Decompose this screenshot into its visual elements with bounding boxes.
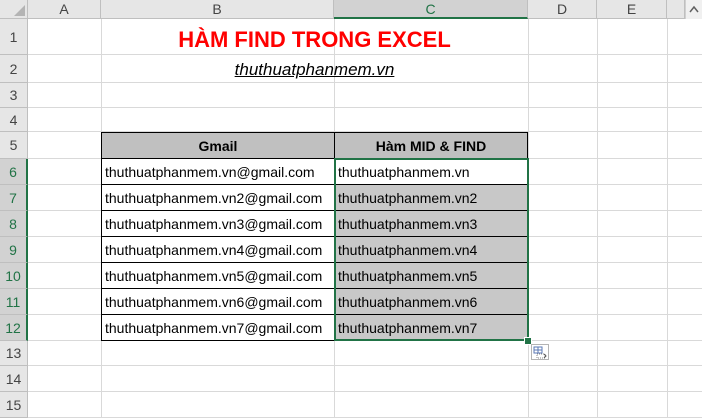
row-header-8[interactable]: 8 xyxy=(0,211,28,237)
sheet-title[interactable]: HÀM FIND TRONG EXCEL xyxy=(101,26,528,54)
gridline xyxy=(28,391,702,392)
sheet-subtitle[interactable]: thuthuatphanmem.vn xyxy=(101,57,528,83)
gridline xyxy=(528,19,529,418)
table-cell-gmail[interactable]: thuthuatphanmem.vn7@gmail.com xyxy=(101,315,335,341)
row-header-14[interactable]: 14 xyxy=(0,366,28,392)
row-header-1[interactable]: 1 xyxy=(0,19,28,55)
table-header-mid-find[interactable]: Hàm MID & FIND xyxy=(334,132,528,159)
row-header-2[interactable]: 2 xyxy=(0,55,28,83)
table-cell-result[interactable]: thuthuatphanmem.vn5 xyxy=(334,263,528,289)
row-header-4[interactable]: 4 xyxy=(0,108,28,132)
table-cell-gmail[interactable]: thuthuatphanmem.vn@gmail.com xyxy=(101,159,335,185)
row-header-13[interactable]: 13 xyxy=(0,341,28,366)
row-header-11[interactable]: 11 xyxy=(0,289,28,315)
row-header-3[interactable]: 3 xyxy=(0,83,28,108)
column-header-c[interactable]: C xyxy=(334,0,528,19)
column-header-a[interactable]: A xyxy=(28,0,101,19)
gridline xyxy=(597,19,598,418)
table-cell-gmail[interactable]: thuthuatphanmem.vn5@gmail.com xyxy=(101,263,335,289)
table-cell-gmail[interactable]: thuthuatphanmem.vn4@gmail.com xyxy=(101,237,335,263)
scroll-up-arrow-icon[interactable] xyxy=(685,0,702,19)
gridline xyxy=(28,365,702,366)
table-cell-result[interactable]: thuthuatphanmem.vn4 xyxy=(334,237,528,263)
spreadsheet: A B C D E 1 2 3 4 5 6 7 8 9 10 11 12 13 14 15 HÀM FIND… xyxy=(0,0,702,418)
gridline xyxy=(28,107,702,108)
table-cell-gmail[interactable]: thuthuatphanmem.vn2@gmail.com xyxy=(101,185,335,211)
gridline xyxy=(667,19,668,418)
row-header-7[interactable]: 7 xyxy=(0,185,28,211)
gridline xyxy=(28,54,702,55)
row-header-10[interactable]: 10 xyxy=(0,263,28,289)
table-cell-gmail[interactable]: thuthuatphanmem.vn6@gmail.com xyxy=(101,289,335,315)
table-cell-result[interactable]: thuthuatphanmem.vn2 xyxy=(334,185,528,211)
table-cell-result[interactable]: thuthuatphanmem.vn6 xyxy=(334,289,528,315)
column-header-f[interactable] xyxy=(667,0,685,19)
row-header-5[interactable]: 5 xyxy=(0,132,28,159)
table-cell-result[interactable]: thuthuatphanmem.vn7 xyxy=(334,315,528,341)
auto-fill-options-icon[interactable] xyxy=(531,344,549,360)
column-header-b[interactable]: B xyxy=(101,0,334,19)
row-header-9[interactable]: 9 xyxy=(0,237,28,263)
table-cell-result[interactable]: thuthuatphanmem.vn xyxy=(334,159,528,185)
row-header-15[interactable]: 15 xyxy=(0,392,28,418)
table-cell-result[interactable]: thuthuatphanmem.vn3 xyxy=(334,211,528,237)
select-all-corner[interactable] xyxy=(0,0,28,19)
row-header-12[interactable]: 12 xyxy=(0,315,28,341)
table-header-gmail[interactable]: Gmail xyxy=(101,132,335,159)
column-header-d[interactable]: D xyxy=(528,0,597,19)
row-header-6[interactable]: 6 xyxy=(0,159,28,185)
table-cell-gmail[interactable]: thuthuatphanmem.vn3@gmail.com xyxy=(101,211,335,237)
column-header-e[interactable]: E xyxy=(597,0,667,19)
